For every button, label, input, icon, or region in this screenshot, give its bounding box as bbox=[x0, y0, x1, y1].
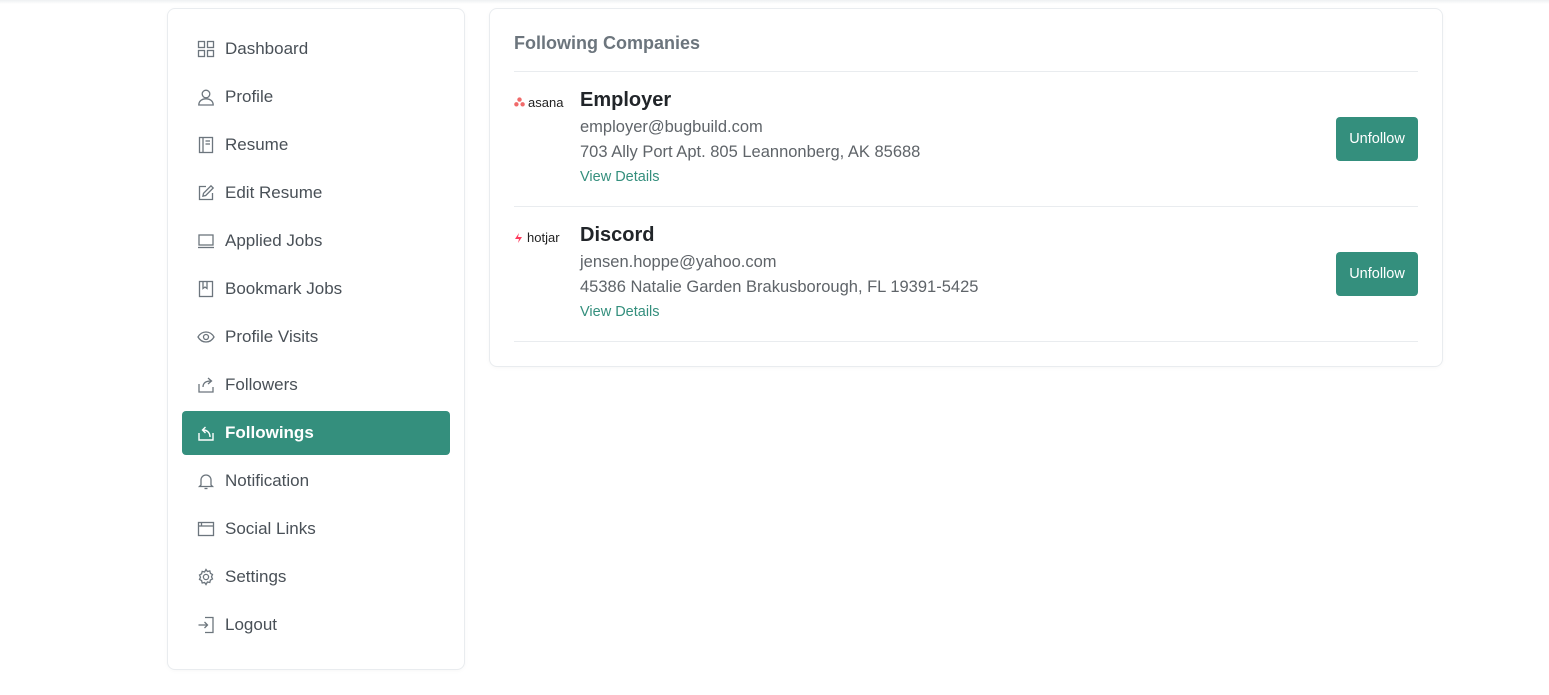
company-email: employer@bugbuild.com bbox=[580, 118, 763, 136]
sidebar-item-profile-visits[interactable]: Profile Visits bbox=[182, 315, 450, 359]
sidebar-item-social-links[interactable]: Social Links bbox=[182, 507, 450, 551]
company-item: hotjar Discord jensen.hoppe@yahoo.com 45… bbox=[514, 207, 1418, 342]
company-name: Employer bbox=[580, 89, 672, 111]
user-icon bbox=[197, 88, 215, 106]
sidebar-item-followings[interactable]: Followings bbox=[182, 411, 450, 455]
asana-logo-icon bbox=[514, 97, 525, 107]
sidebar-item-label: Dashboard bbox=[225, 39, 309, 58]
sidebar-item-logout[interactable]: Logout bbox=[182, 603, 450, 647]
sidebar-item-label: Followers bbox=[225, 375, 298, 394]
sidebar-item-resume[interactable]: Resume bbox=[182, 123, 450, 167]
sidebar-item-label: Followings bbox=[225, 423, 314, 442]
sidebar-item-followers[interactable]: Followers bbox=[182, 363, 450, 407]
company-address: 703 Ally Port Apt. 805 Leannonberg, AK 8… bbox=[580, 143, 921, 161]
company-logo: hotjar bbox=[514, 227, 566, 247]
sidebar-item-dashboard[interactable]: Dashboard bbox=[182, 27, 450, 71]
sidebar-item-settings[interactable]: Settings bbox=[182, 555, 450, 599]
sidebar-item-applied-jobs[interactable]: Applied Jobs bbox=[182, 219, 450, 263]
bookmark-icon bbox=[197, 280, 215, 298]
resume-icon bbox=[197, 136, 215, 154]
eye-icon bbox=[197, 328, 215, 346]
company-info: Employer employer@bugbuild.com 703 Ally … bbox=[580, 89, 920, 186]
sidebar-item-label: Settings bbox=[225, 567, 287, 586]
company-email: jensen.hoppe@yahoo.com bbox=[580, 253, 777, 271]
bell-icon bbox=[197, 472, 215, 490]
company-item: asana Employer employer@bugbuild.com 703… bbox=[514, 72, 1418, 207]
sidebar-item-label: Bookmark Jobs bbox=[225, 279, 343, 298]
sidebar-item-label: Edit Resume bbox=[225, 183, 323, 202]
share-icon bbox=[197, 376, 215, 394]
sidebar-item-label: Notification bbox=[225, 471, 310, 490]
sidebar-item-label: Logout bbox=[225, 615, 277, 634]
sidebar-item-label: Profile bbox=[225, 87, 274, 106]
top-bar-shadow bbox=[0, 0, 1549, 4]
sidebar-nav: Dashboard Profile Resume Edit Resume App… bbox=[167, 8, 465, 670]
sidebar-item-label: Profile Visits bbox=[225, 327, 319, 346]
page-title: Following Companies bbox=[514, 9, 1418, 72]
sidebar-item-bookmark-jobs[interactable]: Bookmark Jobs bbox=[182, 267, 450, 311]
logout-icon bbox=[197, 616, 215, 634]
logo-text: asana bbox=[528, 94, 564, 110]
dashboard-icon bbox=[197, 40, 215, 58]
sidebar-item-label: Social Links bbox=[225, 519, 316, 538]
sidebar-item-edit-resume[interactable]: Edit Resume bbox=[182, 171, 450, 215]
hotjar-logo-icon bbox=[514, 232, 524, 243]
sidebar-item-notification[interactable]: Notification bbox=[182, 459, 450, 503]
edit-icon bbox=[197, 184, 215, 202]
view-details-link[interactable]: View Details bbox=[580, 304, 660, 320]
view-details-link[interactable]: View Details bbox=[580, 169, 660, 185]
gear-icon bbox=[197, 568, 215, 586]
company-logo: asana bbox=[514, 92, 566, 112]
sidebar-item-label: Applied Jobs bbox=[225, 231, 323, 250]
sidebar-item-profile[interactable]: Profile bbox=[182, 75, 450, 119]
logo-text: hotjar bbox=[527, 229, 560, 245]
laptop-icon bbox=[197, 232, 215, 250]
sidebar-item-label: Resume bbox=[225, 135, 289, 154]
company-address: 45386 Natalie Garden Brakusborough, FL 1… bbox=[580, 278, 979, 296]
following-companies-panel: Following Companies asana Employer emplo… bbox=[489, 8, 1443, 367]
company-info: Discord jensen.hoppe@yahoo.com 45386 Nat… bbox=[580, 224, 978, 321]
followings-icon bbox=[197, 424, 215, 442]
company-name: Discord bbox=[580, 224, 655, 246]
browser-icon bbox=[197, 520, 215, 538]
unfollow-button[interactable]: Unfollow bbox=[1336, 117, 1418, 161]
unfollow-button[interactable]: Unfollow bbox=[1336, 252, 1418, 296]
